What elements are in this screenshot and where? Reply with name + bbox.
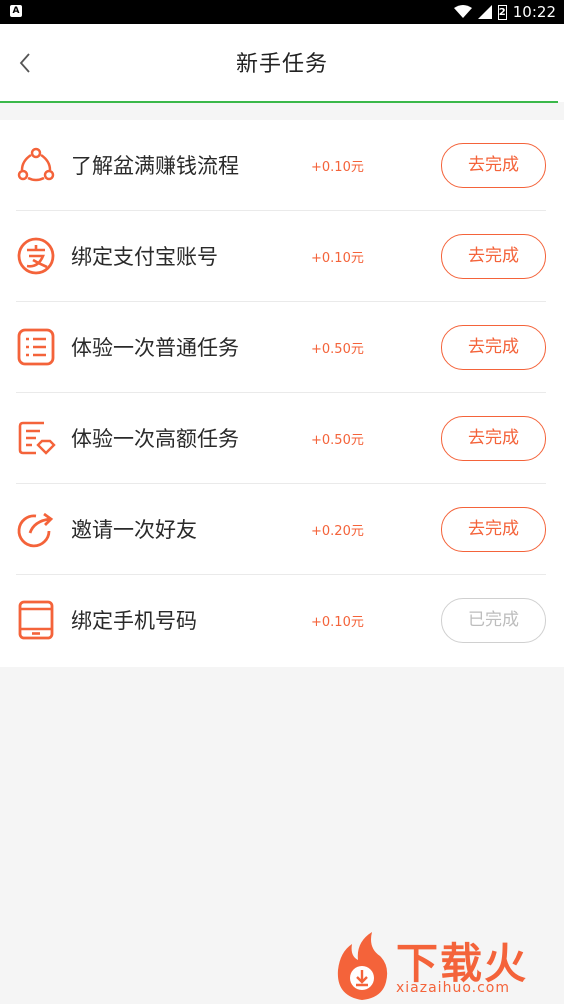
header-divider [0, 101, 558, 103]
task-reward: +0.20元 [311, 524, 364, 539]
task-row: 绑定手机号码 +0.10元 已完成 [0, 575, 564, 666]
watermark-url: xiazaihuo.com [396, 980, 510, 996]
task-list-icon [17, 328, 55, 366]
notification-badge: A [10, 5, 22, 17]
task-label: 邀请一次好友 [71, 518, 197, 542]
signal-icon [477, 5, 492, 19]
go-complete-button[interactable]: 去完成 [441, 234, 546, 279]
phone-icon [18, 600, 54, 640]
task-label: 绑定手机号码 [71, 609, 197, 633]
task-label: 体验一次高额任务 [71, 427, 239, 451]
clock: 10:22 [512, 3, 556, 21]
wifi-icon [453, 5, 472, 18]
task-reward: +0.10元 [311, 615, 364, 630]
status-bar: A 2 10:22 [0, 0, 564, 24]
task-row: 邀请一次好友 +0.20元 去完成 [0, 484, 564, 575]
task-reward: +0.50元 [311, 342, 364, 357]
go-complete-button[interactable]: 去完成 [441, 325, 546, 370]
header: 新手任务 [0, 24, 564, 102]
premium-task-icon [18, 421, 56, 455]
share-flow-icon [17, 147, 55, 182]
task-reward: +0.10元 [311, 160, 364, 175]
battery-level: 2 [498, 6, 506, 18]
go-complete-button[interactable]: 去完成 [441, 507, 546, 552]
invite-share-icon [17, 512, 54, 548]
task-label: 绑定支付宝账号 [71, 245, 218, 269]
go-complete-button[interactable]: 去完成 [441, 143, 546, 188]
task-row: 体验一次高额任务 +0.50元 去完成 [0, 393, 564, 484]
go-complete-button[interactable]: 去完成 [441, 416, 546, 461]
task-list: 了解盆满赚钱流程 +0.10元 去完成 绑定支付宝账号 +0.10元 去完成 体… [0, 120, 564, 667]
task-label: 了解盆满赚钱流程 [71, 154, 239, 178]
watermark-logo: 下载火 xiazaihuo.com [332, 928, 564, 1004]
flame-download-icon [337, 932, 388, 1000]
task-row: 了解盆满赚钱流程 +0.10元 去完成 [0, 120, 564, 211]
task-reward: +0.10元 [311, 251, 364, 266]
page-title: 新手任务 [235, 52, 328, 77]
task-label: 体验一次普通任务 [71, 336, 239, 360]
task-reward: +0.50元 [311, 433, 364, 448]
task-row: 体验一次普通任务 +0.50元 去完成 [0, 302, 564, 393]
task-row: 绑定支付宝账号 +0.10元 去完成 [0, 211, 564, 302]
alipay-icon [17, 237, 55, 275]
completed-button[interactable]: 已完成 [441, 598, 546, 643]
battery-icon: 2 [497, 4, 507, 20]
